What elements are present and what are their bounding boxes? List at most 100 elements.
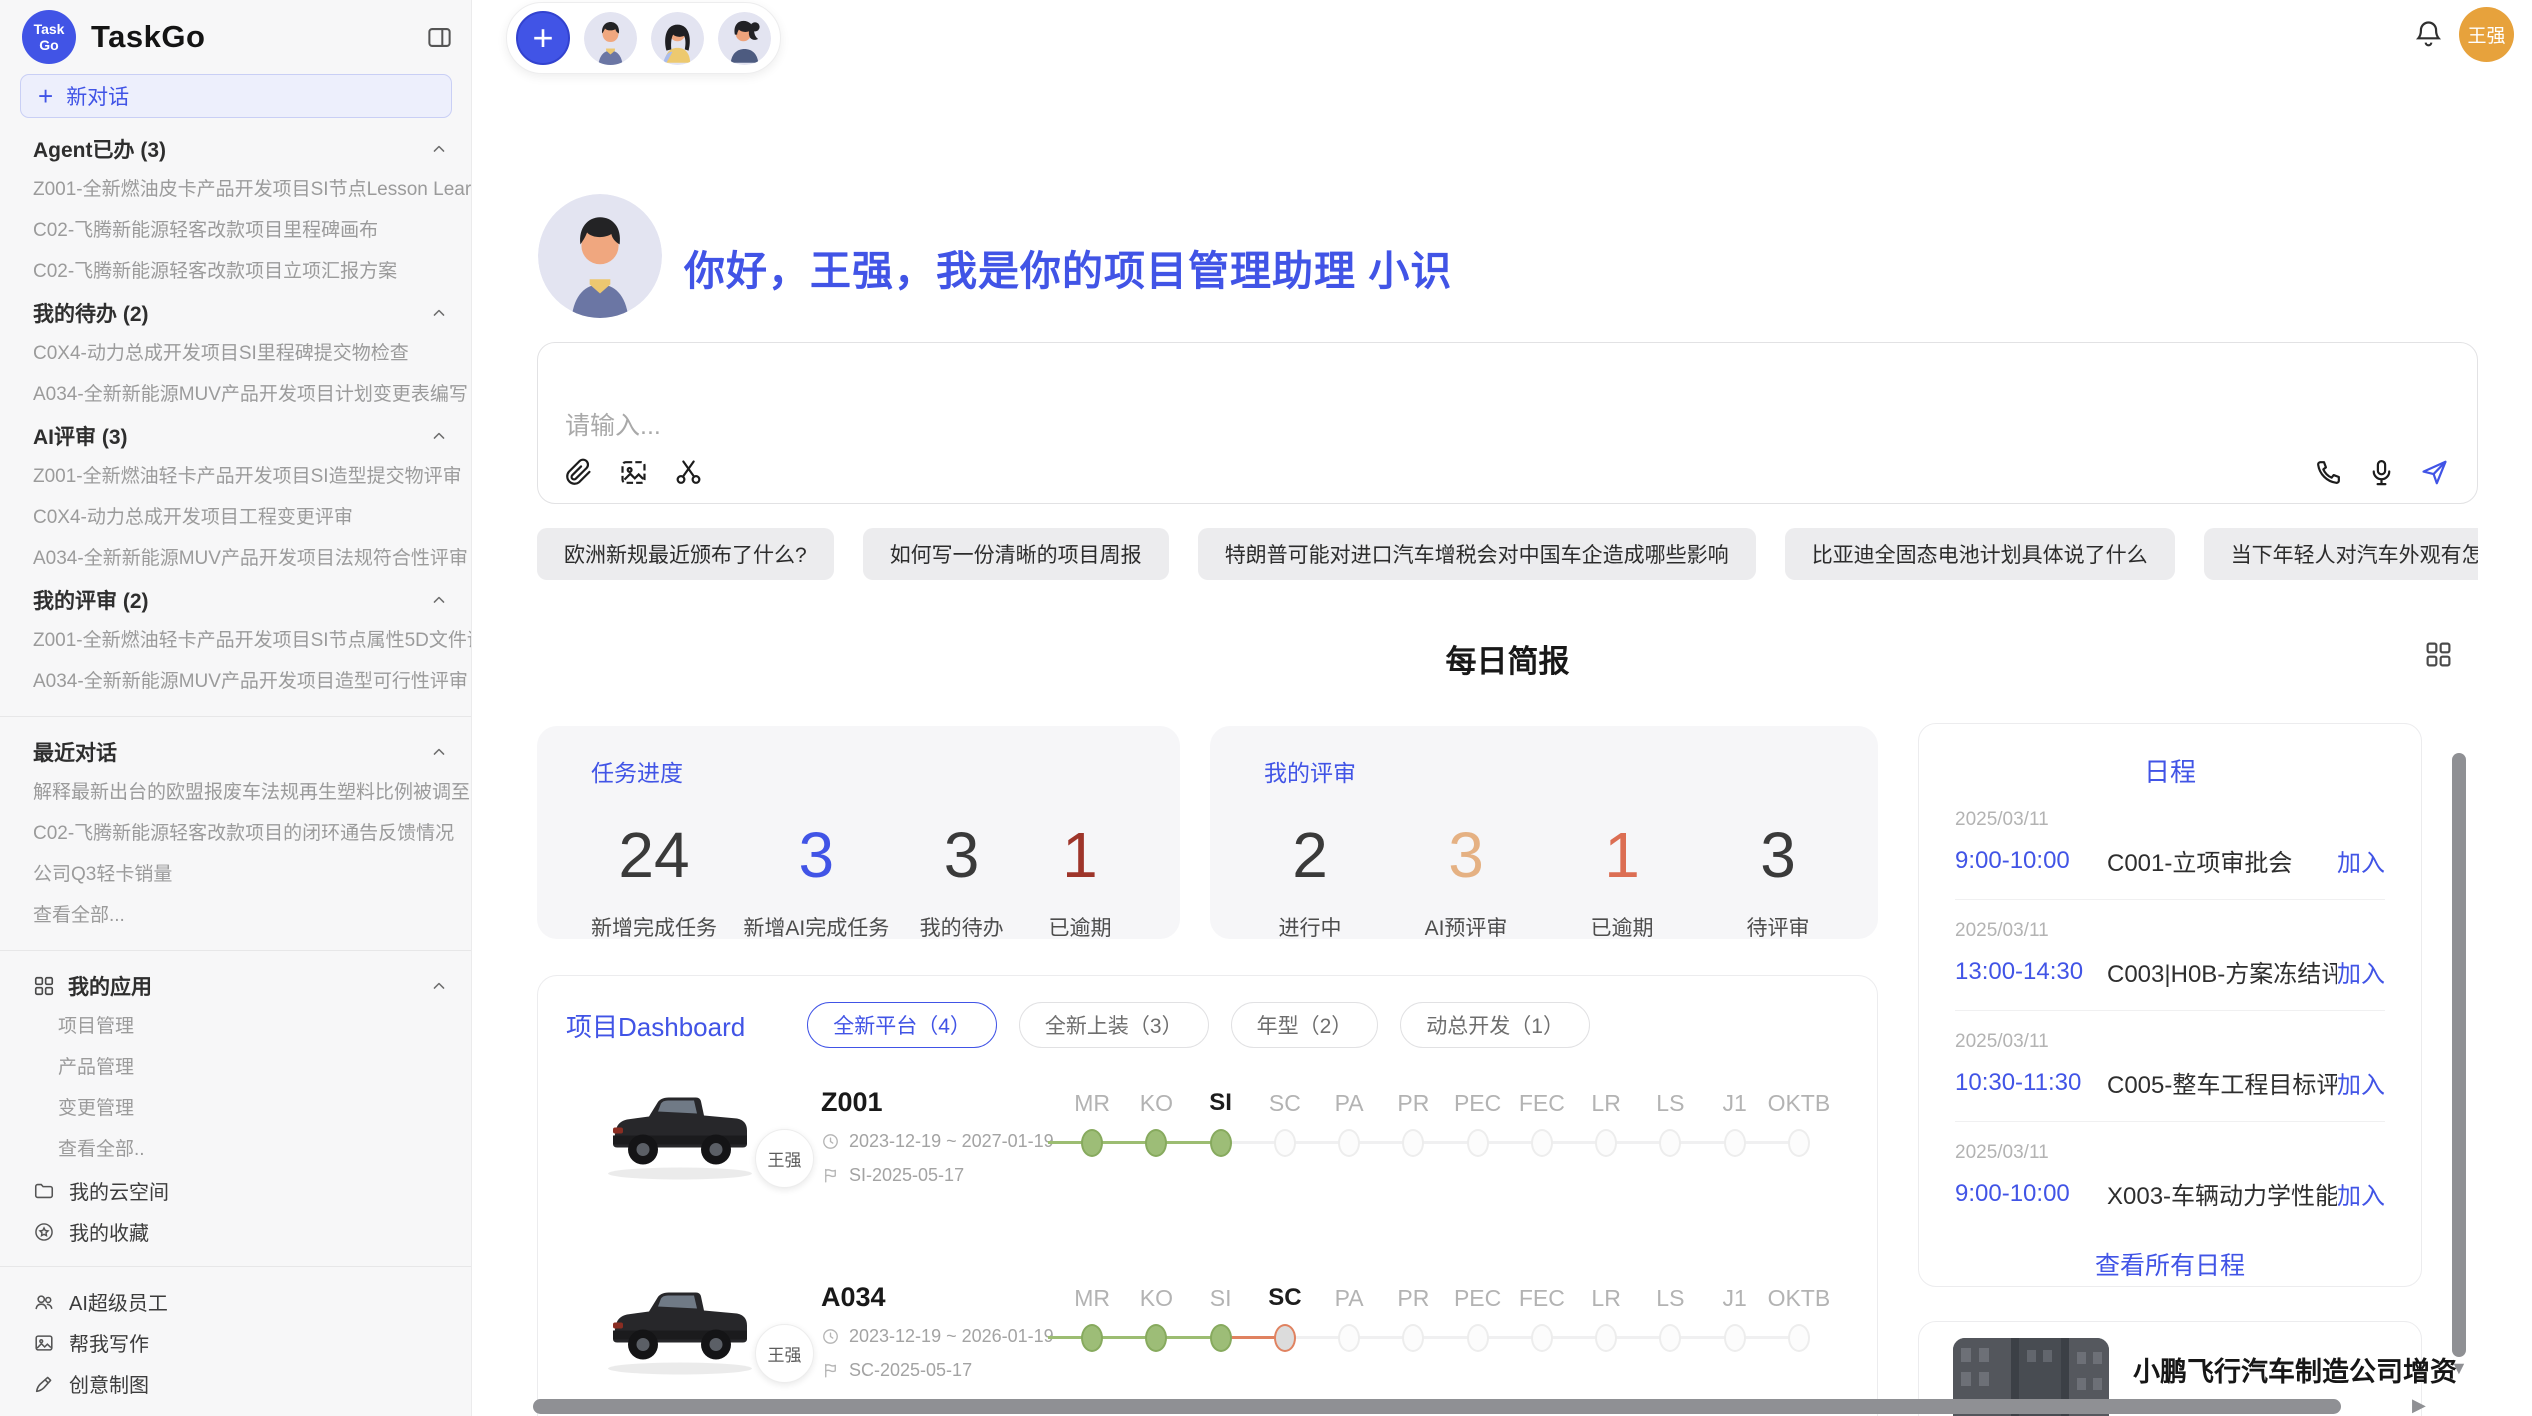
milestone-label: LR: [1574, 1085, 1638, 1121]
chevron-up-icon[interactable]: [429, 303, 449, 323]
member-avatar[interactable]: [651, 12, 704, 65]
stat-row: 24新增完成任务3新增AI完成任务3我的待办1已逾期: [591, 822, 1126, 942]
sidebar-item[interactable]: 查看全部...: [0, 895, 471, 936]
milestone-date-text: SI-2025-05-17: [849, 1165, 964, 1186]
horizontal-scrollbar[interactable]: [533, 1399, 2341, 1414]
stat-label: 我的待办: [916, 912, 1008, 942]
milestone-dot: [1724, 1324, 1746, 1352]
scroll-right-arrow-icon[interactable]: ▶: [2412, 1395, 2426, 1416]
image-upload-icon[interactable]: [618, 457, 649, 488]
sidebar-item[interactable]: 公司Q3轻卡销量: [0, 854, 471, 895]
dashboard-filter-tab[interactable]: 年型（2）: [1231, 1002, 1379, 1048]
schedule-event: 2025/03/1110:30-11:30C005-整车工程目标评审加入: [1955, 1011, 2385, 1122]
event-join-link[interactable]: 加入: [2337, 843, 2385, 878]
new-chat-button[interactable]: + 新对话: [20, 74, 452, 118]
event-join-link[interactable]: 加入: [2337, 1065, 2385, 1100]
scissors-icon[interactable]: [673, 457, 704, 488]
project-dashboard-card: 项目Dashboard 全新平台（4）全新上装（3）年型（2）动总开发（1） 王…: [537, 975, 1878, 1416]
sidebar-item[interactable]: 项目管理: [0, 1006, 471, 1047]
composer-right-tools: [2313, 457, 2450, 488]
dashboard-header: 项目Dashboard 全新平台（4）全新上装（3）年型（2）动总开发（1）: [566, 1002, 1849, 1048]
news-title: 小鹏飞行汽车制造公司增资: [2133, 1350, 2401, 1389]
microphone-icon[interactable]: [2366, 457, 2397, 488]
sidebar-item[interactable]: C02-飞腾新能源轻客改款项目里程碑画布: [0, 210, 471, 251]
schedule-event: 2025/03/119:00-10:00X003-车辆动力学性能验...加入: [1955, 1122, 2385, 1232]
sidebar-item[interactable]: A034-全新新能源MUV产品开发项目法规符合性评审: [0, 538, 471, 579]
sidebar-item[interactable]: C02-飞腾新能源轻客改款项目立项汇报方案: [0, 251, 471, 292]
stat: 3我的待办: [916, 822, 1008, 942]
sidebar-item[interactable]: Z001-全新燃油皮卡产品开发项目SI节点Lesson Learn报告: [0, 169, 471, 210]
suggestion-chip[interactable]: 如何写一份清晰的项目周报: [863, 528, 1169, 580]
vertical-scrollbar[interactable]: [2452, 753, 2466, 1357]
milestone-dot: [1595, 1129, 1617, 1157]
sidebar-section-header[interactable]: 我的待办 (2): [0, 292, 471, 333]
suggestion-chip[interactable]: 欧洲新规最近颁布了什么?: [537, 528, 834, 580]
event-row: 13:00-14:30C003|H0B-方案冻结评审加入: [1955, 954, 2385, 989]
sidebar-item-folder[interactable]: 我的云空间: [0, 1170, 471, 1211]
event-join-link[interactable]: 加入: [2337, 954, 2385, 989]
sidebar-item[interactable]: C0X4-动力总成开发项目SI里程碑提交物检查: [0, 333, 471, 374]
send-icon[interactable]: [2419, 457, 2450, 488]
dashboard-filter-tab[interactable]: 动总开发（1）: [1400, 1002, 1590, 1048]
sidebar-item[interactable]: A034-全新新能源MUV产品开发项目计划变更表编写: [0, 374, 471, 415]
project-date-range: 2023-12-19 ~ 2026-01-19: [821, 1326, 1054, 1347]
chevron-up-icon[interactable]: [429, 742, 449, 762]
milestone-label: SC: [1253, 1085, 1317, 1121]
sidebar-item-pen[interactable]: 创意制图: [0, 1363, 471, 1404]
sidebar-item[interactable]: Z001-全新燃油轻卡产品开发项目SI节点属性5D文件评审: [0, 620, 471, 661]
sidebar-section-header[interactable]: 最近对话: [0, 731, 471, 772]
stat: 3待评审: [1732, 822, 1824, 942]
sidebar-section-header[interactable]: Agent已办 (3): [0, 128, 471, 169]
sidebar-item[interactable]: 解释最新出台的欧盟报废车法规再生塑料比例被调至15%...: [0, 772, 471, 813]
milestone-dot: [1274, 1324, 1296, 1352]
sidebar-nav: Agent已办 (3)Z001-全新燃油皮卡产品开发项目SI节点Lesson L…: [0, 128, 471, 1416]
sidebar-item-star[interactable]: 我的收藏: [0, 1211, 471, 1252]
suggestion-chip[interactable]: 当下年轻人对汽车外观有怎样的喜好趋势: [2204, 528, 2478, 580]
sidebar-item[interactable]: A034-全新新能源MUV产品开发项目造型可行性评审: [0, 661, 471, 702]
milestone-dot: [1338, 1129, 1360, 1157]
sidebar-item[interactable]: Z001-全新燃油轻卡产品开发项目SI造型提交物评审: [0, 456, 471, 497]
suggestion-chip[interactable]: 比亚迪全固态电池计划具体说了什么: [1785, 528, 2175, 580]
notifications-bell-icon[interactable]: [2412, 17, 2445, 50]
milestone: LR: [1574, 1280, 1638, 1360]
sidebar-item[interactable]: C02-飞腾新能源轻客改款项目的闭环通告反馈情况: [0, 813, 471, 854]
dashboard-filter-tab[interactable]: 全新平台（4）: [807, 1002, 997, 1048]
sidebar-collapse-icon[interactable]: [426, 24, 453, 51]
user-avatar[interactable]: 王强: [2459, 7, 2514, 62]
project-row[interactable]: 王强A0342023-12-19 ~ 2026-01-19SC-2025-05-…: [566, 1280, 1849, 1416]
milestone: PEC: [1446, 1280, 1510, 1360]
chevron-up-icon[interactable]: [429, 426, 449, 446]
sidebar-divider: [0, 716, 471, 717]
dashboard-filter-tab[interactable]: 全新上装（3）: [1019, 1002, 1209, 1048]
sidebar-item-image[interactable]: 帮我写作: [0, 1322, 471, 1363]
sidebar-section-header[interactable]: 我的评审 (2): [0, 579, 471, 620]
attachment-icon[interactable]: [563, 457, 594, 488]
suggestion-chip[interactable]: 特朗普可能对进口汽车增税会对中国车企造成哪些影响: [1198, 528, 1756, 580]
milestone-dot: [1531, 1324, 1553, 1352]
sidebar-section-header[interactable]: 我的应用: [0, 965, 471, 1006]
milestone-dot: [1659, 1324, 1681, 1352]
chevron-up-icon[interactable]: [429, 139, 449, 159]
phone-icon[interactable]: [2313, 457, 2344, 488]
sidebar-item-people[interactable]: AI超级员工: [0, 1281, 471, 1322]
view-all-schedule-link[interactable]: 查看所有日程: [1955, 1246, 2385, 1282]
message-input[interactable]: 请输入...: [537, 342, 2478, 504]
sidebar-item[interactable]: 查看全部..: [0, 1129, 471, 1170]
sidebar-item[interactable]: 变更管理: [0, 1088, 471, 1129]
member-avatar[interactable]: [584, 12, 637, 65]
project-row[interactable]: 王强Z0012023-12-19 ~ 2027-01-19SI-2025-05-…: [566, 1085, 1849, 1243]
event-join-link[interactable]: 加入: [2337, 1176, 2385, 1211]
stat: 3AI预评审: [1420, 822, 1512, 942]
add-contact-button[interactable]: +: [516, 11, 570, 65]
scroll-down-arrow-icon[interactable]: ▼: [2450, 1358, 2468, 1379]
chevron-up-icon[interactable]: [429, 976, 449, 996]
chevron-up-icon[interactable]: [429, 590, 449, 610]
milestone-label: J1: [1703, 1280, 1767, 1316]
member-avatar[interactable]: [718, 12, 771, 65]
sidebar-section-header[interactable]: AI评审 (3): [0, 415, 471, 456]
sidebar-item[interactable]: 产品管理: [0, 1047, 471, 1088]
event-row: 10:30-11:30C005-整车工程目标评审加入: [1955, 1065, 2385, 1100]
project-owner-badge: 王强: [755, 1324, 814, 1383]
sidebar-item[interactable]: C0X4-动力总成开发项目工程变更评审: [0, 497, 471, 538]
briefing-grid-icon[interactable]: [2424, 640, 2453, 669]
